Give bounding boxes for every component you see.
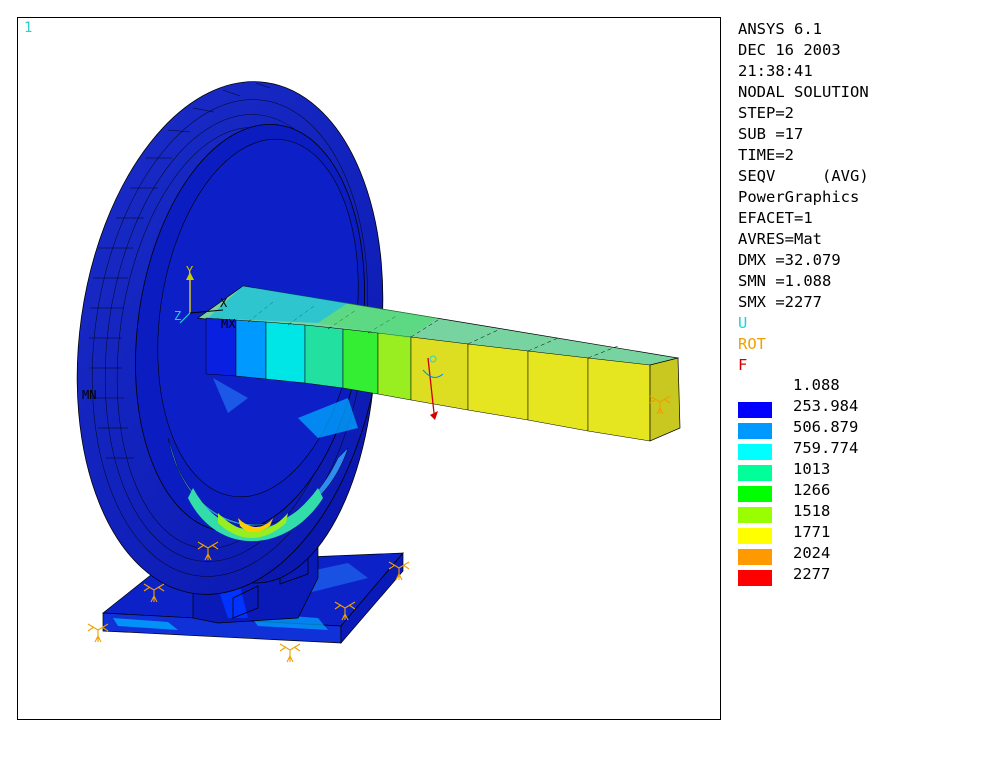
legend-color-swatch: [738, 486, 772, 502]
triad-z-label: Z: [174, 309, 181, 323]
max-marker-label: MX: [221, 317, 236, 331]
legend-band-label: 253.984: [793, 397, 859, 415]
info-line-program: ANSYS 6.1: [738, 20, 822, 38]
legend-color-swatch: [738, 423, 772, 439]
graphics-viewport[interactable]: 1 Y Z X MX MN: [17, 17, 721, 720]
legend-band-label: 506.879: [793, 418, 859, 436]
bc-label-rot: ROT: [738, 335, 766, 353]
solution-info-panel: ANSYS 6.1 DEC 16 2003 21:38:41 NODAL SOL…: [738, 19, 869, 376]
info-line-substep: SUB =17: [738, 125, 804, 143]
info-line-graphics-mode: PowerGraphics: [738, 188, 860, 206]
legend-band-label: 1771: [793, 523, 831, 541]
info-line-efacet: EFACET=1: [738, 209, 813, 227]
info-line-solution-type: NODAL SOLUTION: [738, 83, 869, 101]
triad-y-label: Y: [186, 264, 194, 278]
info-line-smx: SMX =2277: [738, 293, 822, 311]
info-line-smn: SMN =1.088: [738, 272, 832, 290]
legend-color-swatch: [738, 549, 772, 565]
legend-color-swatch: [738, 528, 772, 544]
legend-color-swatch: [738, 444, 772, 460]
info-line-step: STEP=2: [738, 104, 794, 122]
bc-label-f: F: [738, 356, 748, 374]
legend-band-label: 1013: [793, 460, 831, 478]
legend-band-label: 759.774: [793, 439, 859, 457]
bc-label-u: U: [738, 314, 748, 332]
fea-model-plot: Y Z X MX MN: [76, 81, 681, 663]
legend-band-label: 2277: [793, 565, 831, 583]
legend-color-swatch: [738, 507, 772, 523]
info-line-time-value: TIME=2: [738, 146, 794, 164]
legend-min-label: 1.088: [793, 376, 840, 394]
legend-color-swatch: [738, 465, 772, 481]
legend-color-swatch: [738, 570, 772, 586]
info-line-result-item: SEQV (AVG): [738, 167, 869, 185]
info-line-date: DEC 16 2003: [738, 41, 841, 59]
legend-band-label: 2024: [793, 544, 831, 562]
info-line-avres: AVRES=Mat: [738, 230, 822, 248]
info-line-dmx: DMX =32.079: [738, 251, 841, 269]
legend-band-label: 1518: [793, 502, 831, 520]
legend-band-label: 1266: [793, 481, 831, 499]
triad-x-label: X: [220, 296, 228, 310]
min-marker-label: MN: [82, 388, 96, 402]
info-line-time: 21:38:41: [738, 62, 813, 80]
legend-color-swatch: [738, 402, 772, 418]
